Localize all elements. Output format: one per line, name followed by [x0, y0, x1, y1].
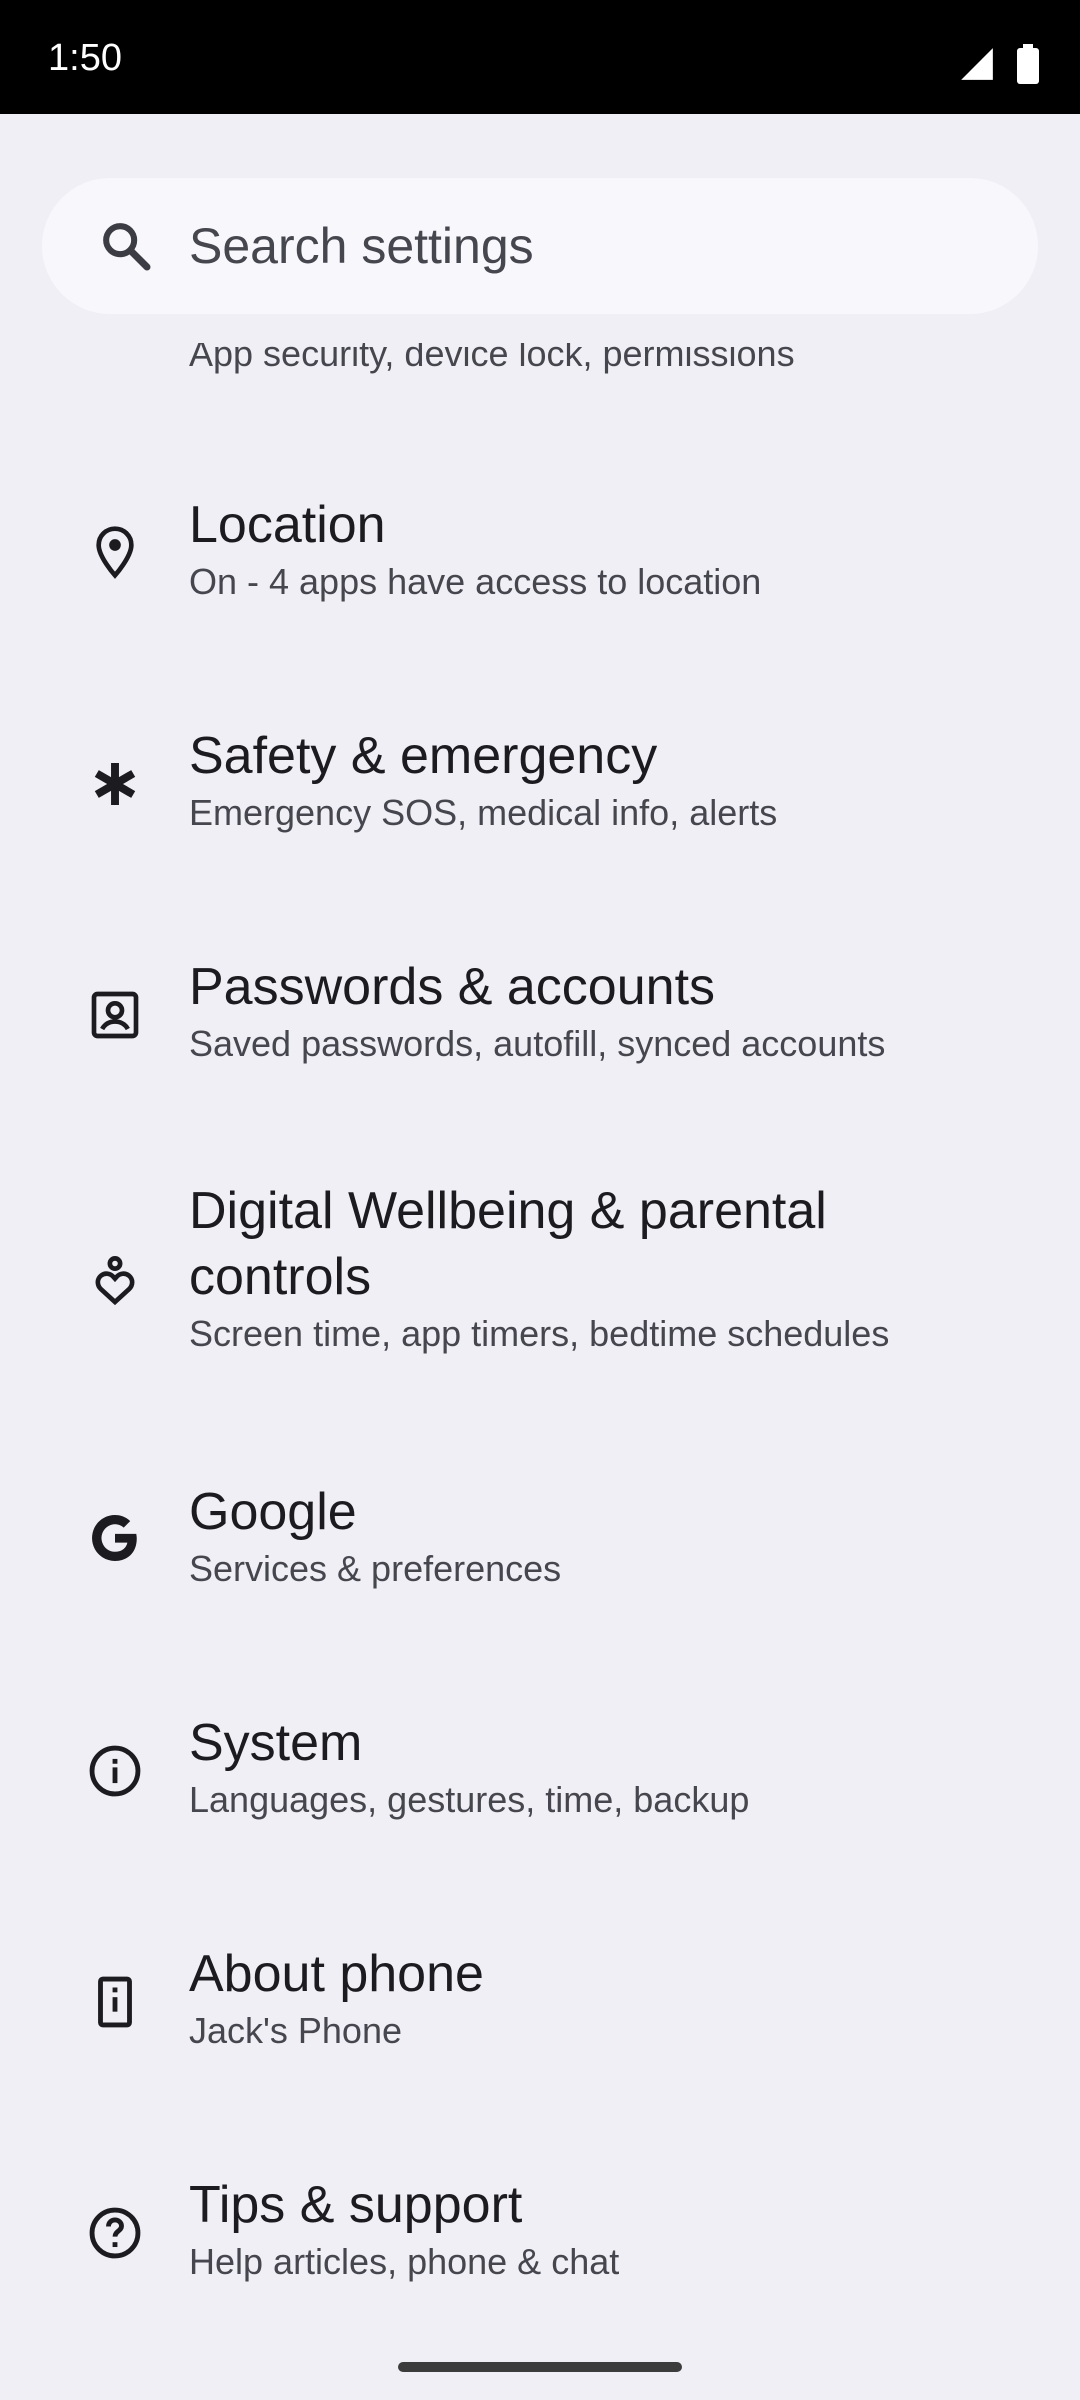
location-pin-icon — [84, 521, 146, 583]
settings-item-title: Safety & emergency — [189, 727, 658, 785]
settings-item-text: Tips & support Help articles, phone & ch… — [189, 2172, 1020, 2286]
asterisk-icon — [84, 753, 146, 815]
search-icon — [103, 223, 151, 271]
signal-icon — [961, 48, 993, 80]
settings-item-title: System — [189, 1714, 363, 1772]
gesture-nav-handle[interactable] — [398, 2362, 682, 2372]
settings-item-title: Google — [189, 1483, 357, 1541]
settings-item-location[interactable]: Location On - 4 apps have access to loca… — [0, 466, 1080, 642]
settings-item-subtitle: Emergency SOS, medical info, alerts — [189, 792, 778, 833]
settings-item-title: Digital Wellbeing & parental controls — [189, 1182, 827, 1306]
settings-item-tips-support[interactable]: Tips & support Help articles, phone & ch… — [0, 2146, 1080, 2322]
settings-item-text: Digital Wellbeing & parental controls Sc… — [189, 1178, 1020, 1358]
wellbeing-icon — [84, 1250, 146, 1312]
search-bar[interactable]: Search settings — [42, 178, 1038, 314]
settings-item-text: Location On - 4 apps have access to loca… — [189, 492, 1020, 606]
settings-item-text: About phone Jack's Phone — [189, 1941, 1020, 2055]
help-icon — [84, 2202, 146, 2264]
settings-item-title: Location — [189, 496, 386, 554]
account-box-icon — [84, 984, 146, 1046]
phone-icon — [84, 1971, 146, 2033]
settings-item-safety[interactable]: Safety & emergency Emergency SOS, medica… — [0, 697, 1080, 873]
status-bar: 1:50 — [0, 0, 1080, 114]
settings-item-google[interactable]: Google Services & preferences — [0, 1453, 1080, 1629]
info-icon — [84, 1740, 146, 1802]
settings-item-title: Tips & support — [189, 2176, 523, 2234]
settings-item-subtitle: Services & preferences — [189, 1548, 562, 1589]
settings-item-title: Passwords & accounts — [189, 958, 716, 1016]
settings-item-text: Google Services & preferences — [189, 1479, 1020, 1593]
settings-item-subtitle: On - 4 apps have access to location — [189, 561, 762, 602]
settings-item-system[interactable]: System Languages, gestures, time, backup — [0, 1684, 1080, 1860]
google-icon — [84, 1507, 146, 1569]
settings-item-text: Passwords & accounts Saved passwords, au… — [189, 954, 1020, 1068]
settings-item-subtitle: Saved passwords, autofill, synced accoun… — [189, 1023, 886, 1064]
settings-item-about-phone[interactable]: About phone Jack's Phone — [0, 1915, 1080, 2091]
settings-item-passwords[interactable]: Passwords & accounts Saved passwords, au… — [0, 928, 1080, 1104]
settings-item-subtitle: Jack's Phone — [189, 2010, 402, 2051]
settings-item-text: Safety & emergency Emergency SOS, medica… — [189, 723, 1020, 837]
settings-item-subtitle: Languages, gestures, time, backup — [189, 1779, 750, 1820]
settings-item-digital-wellbeing[interactable]: Digital Wellbeing & parental controls Sc… — [0, 1158, 1080, 1398]
battery-icon — [1017, 44, 1039, 84]
search-input[interactable]: Search settings — [189, 178, 534, 314]
status-time: 1:50 — [48, 37, 122, 79]
partial-item-subtitle[interactable]: App security, device lock, permissions — [189, 343, 795, 378]
settings-item-subtitle: Screen time, app timers, bedtime schedul… — [189, 1313, 890, 1354]
settings-item-title: About phone — [189, 1945, 484, 2003]
settings-item-subtitle: Help articles, phone & chat — [189, 2241, 620, 2282]
settings-item-text: System Languages, gestures, time, backup — [189, 1710, 1020, 1824]
status-icons — [958, 44, 1040, 84]
